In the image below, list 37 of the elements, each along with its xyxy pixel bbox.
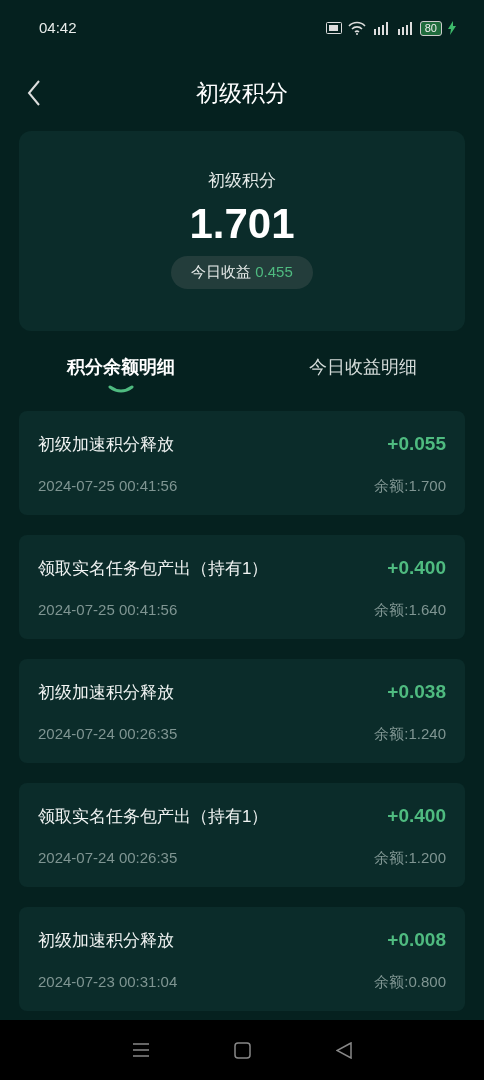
- record-title: 初级加速积分释放: [38, 433, 174, 456]
- home-icon[interactable]: [234, 1041, 252, 1059]
- page-title: 初级积分: [196, 78, 288, 108]
- record-time: 2024-07-23 00:31:04: [38, 971, 178, 992]
- signal-icon: [371, 21, 390, 35]
- back-icon[interactable]: [335, 1041, 352, 1059]
- record-title: 初级加速积分释放: [38, 929, 174, 952]
- record-title: 初级加速积分释放: [38, 681, 174, 704]
- wifi-icon: [347, 21, 366, 35]
- record-amount: +0.055: [387, 432, 446, 456]
- record-title: 领取实名任务包产出（持有1）: [38, 557, 269, 580]
- record-title: 领取实名任务包产出（持有1）: [38, 805, 269, 828]
- today-income-label: 今日收益: [191, 262, 252, 283]
- record-time: 2024-07-24 00:26:35: [38, 723, 178, 744]
- record-amount: +0.008: [387, 928, 446, 952]
- tab[interactable]: 积分余额明细: [0, 341, 242, 411]
- record-time: 2024-07-25 00:41:56: [38, 599, 178, 620]
- record-amount: +0.038: [387, 680, 446, 704]
- record-balance: 余额:0.800: [374, 971, 446, 992]
- record-amount: +0.400: [387, 804, 446, 828]
- tab[interactable]: 今日收益明细: [242, 341, 484, 411]
- record-balance: 余额:1.640: [374, 599, 446, 620]
- battery-indicator: 80: [419, 20, 442, 36]
- record-balance: 余额:1.200: [374, 847, 446, 868]
- today-income-value: 0.455: [255, 262, 293, 283]
- summary-label: 初级积分: [208, 170, 276, 192]
- record-time: 2024-07-24 00:26:35: [38, 847, 178, 868]
- record-time: 2024-07-25 00:41:56: [38, 475, 178, 496]
- menu-icon[interactable]: [132, 1042, 151, 1058]
- record-balance: 余额:1.240: [374, 723, 446, 744]
- record-balance: 余额:1.700: [374, 475, 446, 496]
- status-time: 04:42: [39, 17, 77, 38]
- record-amount: +0.400: [387, 556, 446, 580]
- summary-value: 1.701: [189, 198, 295, 249]
- tab-indicator: [108, 385, 134, 393]
- signal-icon: [395, 21, 414, 35]
- charging-icon: [448, 21, 456, 35]
